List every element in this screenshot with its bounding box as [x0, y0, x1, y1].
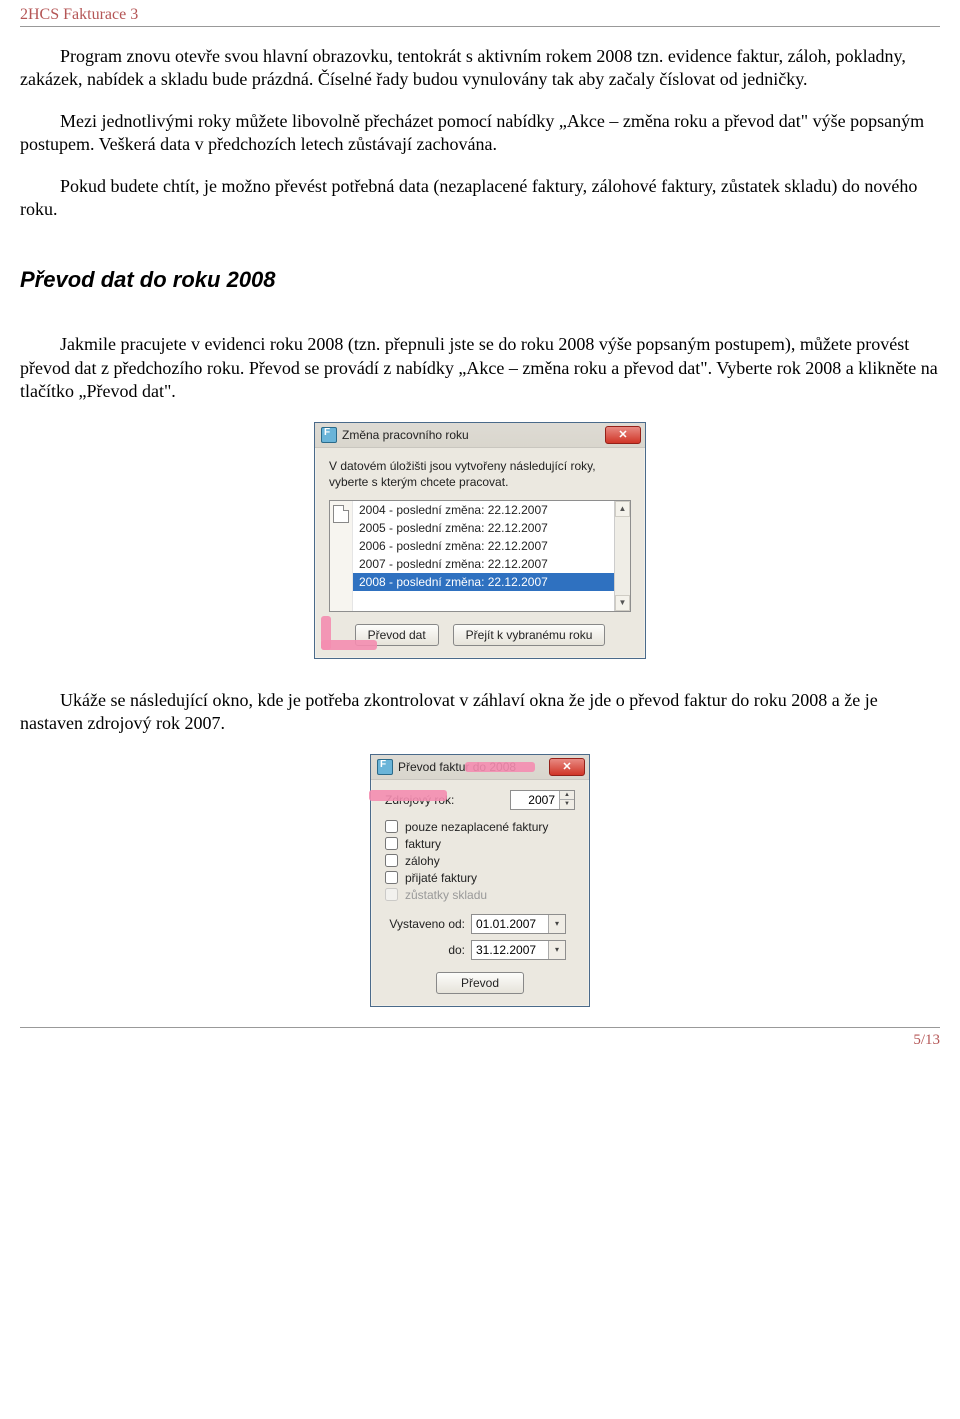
paragraph-2: Mezi jednotlivými roky můžete libovolně … [20, 110, 940, 157]
page-footer: 5/13 [20, 1027, 940, 1049]
dialog-prevod-faktur: Převod faktur do 2008 ✕ Zdrojový rok: ▲▼… [370, 754, 590, 1007]
chk-zustatky-skladu: zůstatky skladu [385, 888, 575, 902]
do-field[interactable]: ▾ [471, 940, 566, 960]
app-icon [321, 427, 337, 443]
scroll-down-icon[interactable]: ▼ [615, 595, 630, 611]
vystaveno-od-label: Vystaveno od: [385, 917, 465, 931]
goto-year-button[interactable]: Přejít k vybranému roku [453, 624, 606, 646]
annotation-marker [369, 790, 447, 801]
chk-pouze-nezaplacene[interactable]: pouze nezaplacené faktury [385, 820, 575, 834]
vystaveno-od-input[interactable] [472, 915, 548, 933]
scrollbar[interactable]: ▲ ▼ [614, 501, 630, 611]
dialog-info-text: V datovém úložišti jsou vytvořeny násled… [329, 458, 631, 490]
calendar-icon[interactable]: ▾ [548, 941, 565, 959]
annotation-marker [465, 762, 535, 772]
list-item[interactable]: 2008 - poslední změna: 22.12.2007 [353, 573, 614, 591]
chk-prijate-faktury[interactable]: přijaté faktury [385, 871, 575, 885]
do-input[interactable] [472, 941, 548, 959]
document-icon [333, 505, 349, 523]
paragraph-4: Jakmile pracujete v evidenci roku 2008 (… [20, 333, 940, 403]
chk-faktury[interactable]: faktury [385, 837, 575, 851]
vystaveno-od-field[interactable]: ▾ [471, 914, 566, 934]
zdroj-rok-input[interactable] [511, 791, 559, 809]
header-rule [20, 26, 940, 27]
calendar-icon[interactable]: ▾ [548, 915, 565, 933]
paragraph-5: Ukáže se následující okno, kde je potřeb… [20, 689, 940, 736]
annotation-marker [321, 640, 377, 650]
close-icon[interactable]: ✕ [605, 426, 641, 444]
section-title: Převod dat do roku 2008 [20, 267, 940, 293]
list-item[interactable]: 2005 - poslední změna: 22.12.2007 [353, 519, 614, 537]
year-listbox[interactable]: 2004 - poslední změna: 22.12.20072005 - … [329, 500, 631, 612]
dialog-title: Změna pracovního roku [342, 428, 469, 442]
dialog-titlebar[interactable]: Změna pracovního roku ✕ [315, 423, 645, 448]
scroll-up-icon[interactable]: ▲ [615, 501, 630, 517]
list-item[interactable]: 2004 - poslední změna: 22.12.2007 [353, 501, 614, 519]
do-label: do: [385, 943, 465, 957]
paragraph-3: Pokud budete chtít, je možno převést pot… [20, 175, 940, 222]
paragraph-1: Program znovu otevře svou hlavní obrazov… [20, 45, 940, 92]
page-header: 2HCS Fakturace 3 [20, 0, 940, 26]
chk-zalohy[interactable]: zálohy [385, 854, 575, 868]
dialog-year-change: Změna pracovního roku ✕ V datovém úložiš… [314, 422, 646, 659]
listbox-icon-column [330, 501, 353, 611]
list-item[interactable]: 2006 - poslední změna: 22.12.2007 [353, 537, 614, 555]
list-item[interactable]: 2007 - poslední změna: 22.12.2007 [353, 555, 614, 573]
close-icon[interactable]: ✕ [549, 758, 585, 776]
zdroj-rok-spinner[interactable]: ▲▼ [510, 790, 575, 810]
app-icon [377, 759, 393, 775]
prevod-button[interactable]: Převod [436, 972, 524, 994]
